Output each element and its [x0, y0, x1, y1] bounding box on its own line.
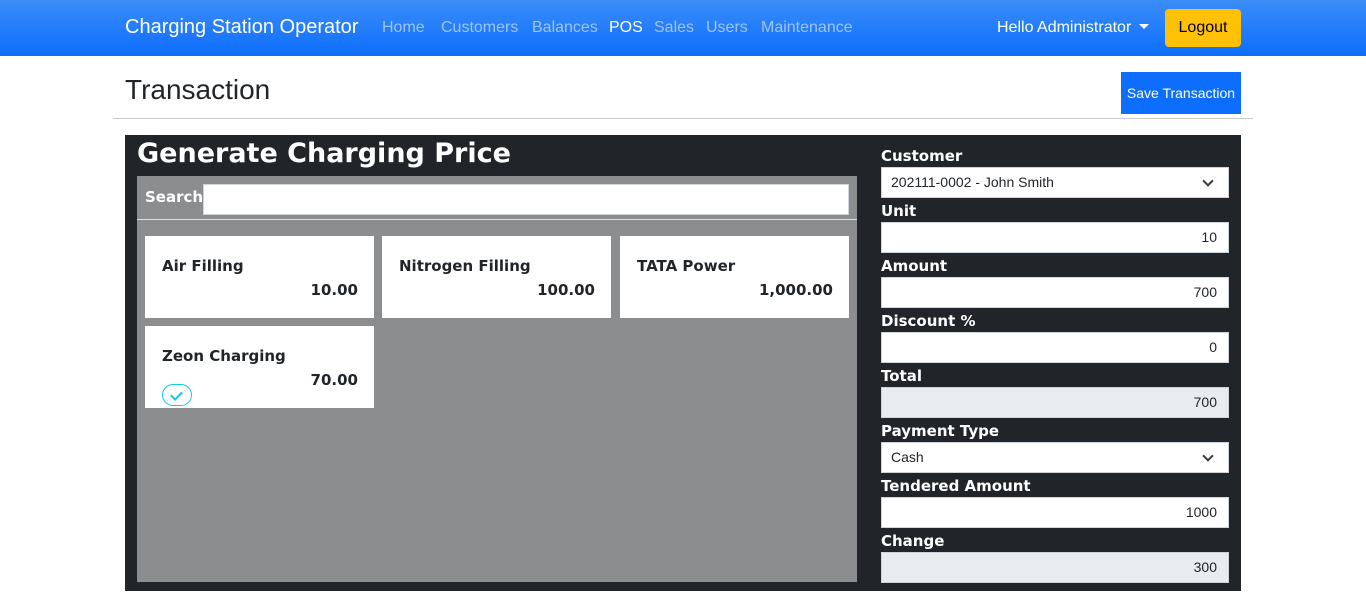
product-card-zeon-charging[interactable]: Zeon Charging 70.00	[145, 326, 374, 408]
selected-check-icon	[162, 384, 192, 406]
product-price: 1,000.00	[758, 281, 833, 299]
nav-link-customers[interactable]: Customers	[441, 19, 518, 37]
product-grid: Search Air Filling 10.00 Nitrogen Fillin…	[137, 176, 857, 582]
product-name: Nitrogen Filling	[399, 257, 531, 275]
customer-value: 202111-0002 - John Smith	[891, 174, 1054, 190]
nav-link-balances[interactable]: Balances	[532, 19, 598, 37]
product-name: Air Filling	[162, 257, 244, 275]
nav-link-maintenance[interactable]: Maintenance	[761, 19, 853, 37]
page-title: Transaction	[125, 74, 271, 105]
nav-link-home[interactable]: Home	[382, 19, 425, 37]
payment-type-select[interactable]: Cash	[881, 442, 1229, 473]
payment-type-label: Payment Type	[881, 422, 1000, 440]
product-price: 100.00	[537, 281, 595, 299]
caret-down-icon	[1139, 24, 1150, 29]
nav-link-sales[interactable]: Sales	[654, 19, 694, 37]
user-greeting: Hello Administrator	[997, 19, 1132, 36]
product-card-tata-power[interactable]: TATA Power 1,000.00	[620, 236, 849, 318]
panel-title: Generate Charging Price	[137, 138, 511, 169]
discount-label: Discount %	[881, 312, 976, 330]
save-transaction-button[interactable]: Save Transaction	[1121, 72, 1241, 114]
chevron-down-icon	[1202, 175, 1214, 187]
product-name: Zeon Charging	[162, 347, 286, 365]
customer-label: Customer	[881, 147, 963, 165]
tendered-amount-input[interactable]: 1000	[881, 497, 1229, 528]
product-card-nitrogen-filling[interactable]: Nitrogen Filling 100.00	[382, 236, 611, 318]
product-price: 10.00	[310, 281, 358, 299]
customer-select[interactable]: 202111-0002 - John Smith	[881, 167, 1229, 198]
change-label: Change	[881, 532, 945, 550]
user-menu-dropdown[interactable]: Hello Administrator	[997, 19, 1150, 37]
payment-type-value: Cash	[891, 449, 924, 465]
chevron-down-icon	[1202, 450, 1214, 462]
pos-panel: Generate Charging Price Search Air Filli…	[125, 135, 1241, 591]
brand[interactable]: Charging Station Operator	[125, 16, 358, 39]
change-field: 300	[881, 552, 1229, 583]
product-card-air-filling[interactable]: Air Filling 10.00	[145, 236, 374, 318]
navbar: Charging Station Operator Home Customers…	[0, 0, 1366, 56]
total-field: 700	[881, 387, 1229, 418]
total-label: Total	[881, 367, 922, 385]
search-divider	[137, 219, 857, 220]
discount-input[interactable]: 0	[881, 332, 1229, 363]
nav-link-pos[interactable]: POS	[609, 19, 643, 37]
unit-input[interactable]: 10	[881, 222, 1229, 253]
logout-button[interactable]: Logout	[1165, 9, 1241, 47]
tendered-amount-label: Tendered Amount	[881, 477, 1031, 495]
unit-label: Unit	[881, 202, 917, 220]
search-label: Search	[145, 188, 204, 206]
divider	[113, 118, 1253, 119]
product-name: TATA Power	[637, 257, 736, 275]
amount-label: Amount	[881, 257, 948, 275]
nav-link-users[interactable]: Users	[706, 19, 748, 37]
search-input[interactable]	[203, 184, 849, 215]
product-price: 70.00	[310, 371, 358, 389]
amount-input[interactable]: 700	[881, 277, 1229, 308]
